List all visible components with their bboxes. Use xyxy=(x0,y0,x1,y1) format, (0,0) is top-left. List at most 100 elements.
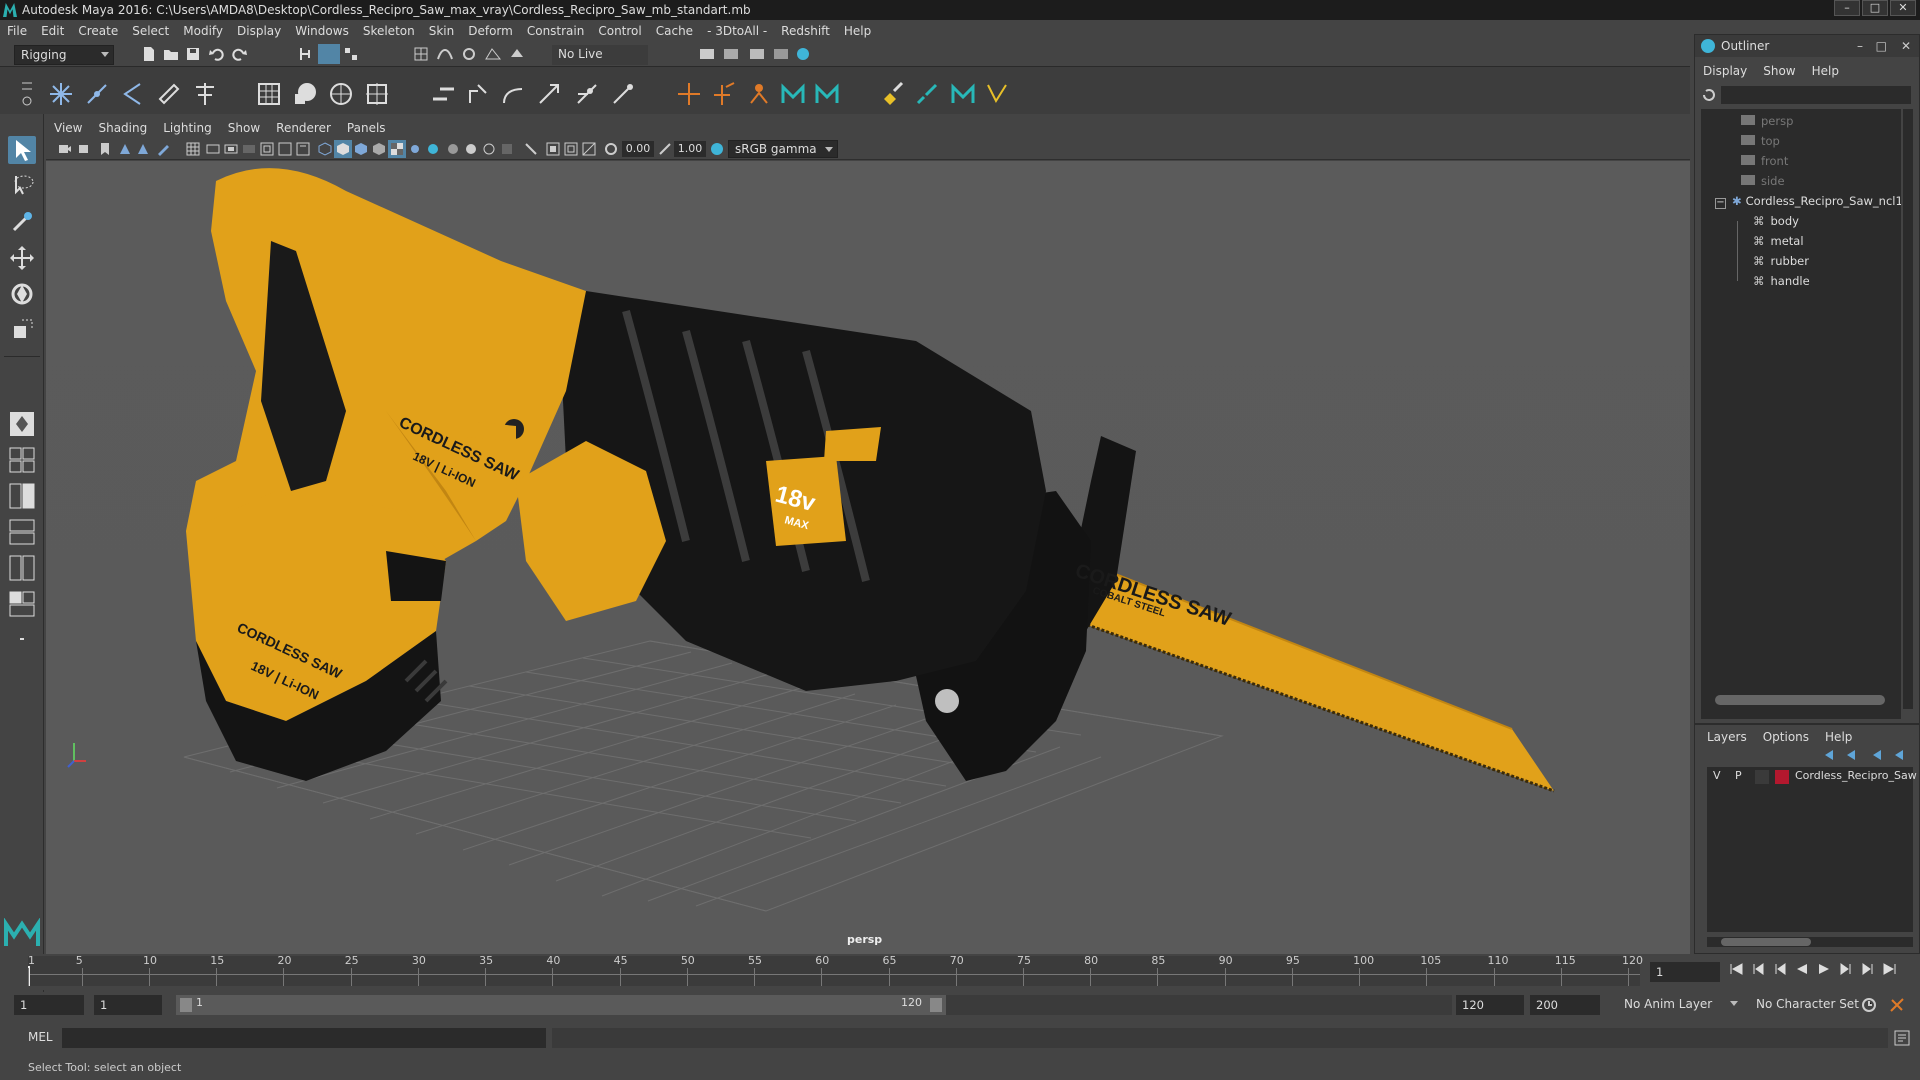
safe-action-icon[interactable] xyxy=(278,142,292,156)
curve-tool-icon[interactable] xyxy=(984,81,1010,107)
make-live-icon[interactable] xyxy=(508,45,526,63)
outliner-item-side[interactable]: side xyxy=(1741,171,1785,191)
range-end-grip[interactable] xyxy=(930,998,942,1012)
lattice-icon[interactable] xyxy=(256,81,282,107)
range-end-field[interactable]: 200 xyxy=(1530,995,1600,1015)
go-to-end-icon[interactable] xyxy=(1882,961,1898,977)
hypershade-layout-icon[interactable] xyxy=(8,590,36,618)
redshift-icon-3[interactable] xyxy=(950,81,976,107)
color-management-icon[interactable] xyxy=(710,142,724,156)
outliner-search-input[interactable] xyxy=(1721,86,1911,104)
menu-display[interactable]: Display xyxy=(230,20,288,42)
outliner-menu-display[interactable]: Display xyxy=(1695,61,1755,81)
select-component-icon[interactable] xyxy=(342,45,360,63)
script-editor-icon[interactable] xyxy=(1894,1030,1910,1046)
menu-windows[interactable]: Windows xyxy=(288,20,356,42)
minimize-button[interactable]: – xyxy=(1834,0,1860,16)
live-surface-field[interactable]: No Live Surface xyxy=(552,45,648,79)
brush-icon[interactable] xyxy=(914,81,940,107)
menu-skin[interactable]: Skin xyxy=(422,20,462,42)
paint-weights-icon[interactable] xyxy=(192,81,218,107)
menu-deform[interactable]: Deform xyxy=(461,20,520,42)
safe-title-icon[interactable] xyxy=(296,142,310,156)
step-back-frame-icon[interactable] xyxy=(1772,961,1788,977)
aim-constraint-icon[interactable] xyxy=(574,81,600,107)
outliner-item-handle[interactable]: ⌘ handle xyxy=(1753,271,1810,291)
outliner-menu-show[interactable]: Show xyxy=(1755,61,1803,81)
scale-constraint-icon[interactable] xyxy=(536,81,562,107)
xray-joints-icon[interactable] xyxy=(564,142,578,156)
bookmark-icon[interactable] xyxy=(98,142,112,156)
gamma-icon[interactable] xyxy=(658,142,672,156)
go-to-start-icon[interactable] xyxy=(1728,961,1744,977)
xray-components-icon[interactable] xyxy=(582,142,596,156)
anti-aliasing-icon[interactable] xyxy=(482,142,496,156)
render-view-icon[interactable] xyxy=(794,45,812,63)
orient-constraint-icon[interactable] xyxy=(500,81,526,107)
rotate-tool-icon[interactable] xyxy=(8,280,36,308)
outliner-menu-help[interactable]: Help xyxy=(1804,61,1847,81)
outliner-item-rubber[interactable]: ⌘ rubber xyxy=(1753,251,1809,271)
four-pane-layout-icon[interactable] xyxy=(8,446,36,474)
menu-help[interactable]: Help xyxy=(837,20,878,42)
render-current-frame-icon[interactable] xyxy=(698,45,716,63)
outliner-item-top[interactable]: top xyxy=(1741,131,1780,151)
panel-menu-renderer[interactable]: Renderer xyxy=(268,118,339,138)
character-icon[interactable] xyxy=(746,81,772,107)
command-input[interactable] xyxy=(62,1028,546,1048)
parent-constraint-icon[interactable] xyxy=(430,81,456,107)
outliner-persp-layout-icon[interactable] xyxy=(8,518,36,546)
hypershade-icon[interactable] xyxy=(772,45,790,63)
paint-select-icon[interactable] xyxy=(8,208,36,236)
single-pane-layout-icon[interactable] xyxy=(8,410,36,438)
menu-select[interactable]: Select xyxy=(125,20,176,42)
layer-playback-toggle[interactable]: P xyxy=(1735,769,1742,782)
point-constraint-icon[interactable] xyxy=(466,81,492,107)
wireframe-icon[interactable] xyxy=(318,142,332,156)
range-start-grip[interactable] xyxy=(180,998,192,1012)
redshift-icon-2[interactable] xyxy=(814,81,840,107)
time-slider-track[interactable] xyxy=(28,956,1640,986)
refresh-icon[interactable] xyxy=(1701,87,1717,103)
snap-view-plane-icon[interactable] xyxy=(484,45,502,63)
gamma-field[interactable]: 1.00 xyxy=(674,141,706,157)
layers-horizontal-scrollbar[interactable] xyxy=(1707,937,1913,947)
exposure-field[interactable]: 0.00 xyxy=(622,141,654,157)
layer-action-icons[interactable] xyxy=(1821,747,1911,763)
blend-shape-icon[interactable] xyxy=(364,81,390,107)
outliner-item-root[interactable]: − ✱ Cordless_Recipro_Saw_ncl1 xyxy=(1715,191,1901,211)
step-forward-frame-icon[interactable] xyxy=(1838,961,1854,977)
side-by-side-layout-icon[interactable] xyxy=(8,482,36,510)
outliner-close-button[interactable]: ✕ xyxy=(1901,35,1911,57)
outliner-item-front[interactable]: front xyxy=(1741,151,1788,171)
outliner-horizontal-scrollbar[interactable] xyxy=(1715,695,1885,705)
panel-menu-shading[interactable]: Shading xyxy=(90,118,155,138)
menu-3dtoall[interactable]: - 3DtoAll - xyxy=(700,20,774,42)
step-forward-key-icon[interactable] xyxy=(1860,961,1876,977)
cluster-icon[interactable] xyxy=(292,81,318,107)
wrap-deformer-icon[interactable] xyxy=(328,81,354,107)
locator-icon[interactable] xyxy=(676,81,702,107)
menu-set-dropdown[interactable]: Rigging xyxy=(14,45,114,65)
menu-modify[interactable]: Modify xyxy=(176,20,230,42)
auto-key-icon[interactable] xyxy=(1860,996,1878,1014)
camera-lock-icon[interactable] xyxy=(78,142,92,156)
panel-menu-lighting[interactable]: Lighting xyxy=(155,118,220,138)
animation-prefs-icon[interactable] xyxy=(1888,996,1906,1014)
scale-tool-icon[interactable] xyxy=(8,316,36,344)
2d-pan-zoom-icon[interactable] xyxy=(136,142,150,156)
layer-color-swatch[interactable] xyxy=(1775,770,1789,784)
range-slider-handle[interactable]: 1 120 xyxy=(176,995,946,1015)
character-set-dropdown[interactable]: No Character Set xyxy=(1750,995,1872,1015)
xray-icon[interactable] xyxy=(546,142,560,156)
perspective-viewport[interactable]: CORDLESS SAW 18V | Li-ION CORDLESS SAW 1… xyxy=(46,161,1690,954)
new-scene-icon[interactable] xyxy=(140,45,158,63)
layer-name[interactable]: Cordless_Recipro_Saw xyxy=(1795,769,1917,782)
resolution-gate-icon[interactable] xyxy=(224,142,238,156)
undo-icon[interactable] xyxy=(208,45,226,63)
select-tool[interactable] xyxy=(8,136,36,164)
menu-file[interactable]: File xyxy=(0,20,34,42)
default-material-icon[interactable] xyxy=(354,142,368,156)
panel-menu-view[interactable]: View xyxy=(46,118,90,138)
layout-menu-icon[interactable] xyxy=(8,626,36,654)
